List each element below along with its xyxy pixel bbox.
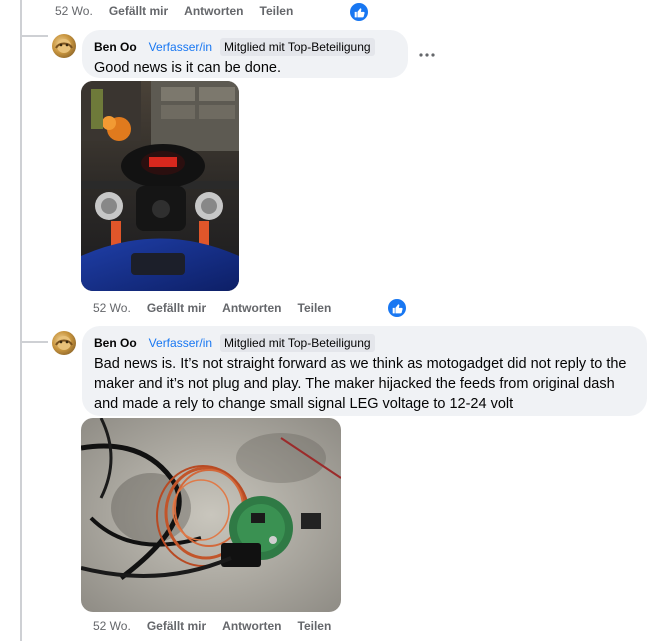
comment-timestamp[interactable]: 52 Wo. (93, 619, 131, 633)
avatar[interactable] (52, 34, 76, 58)
reply-button[interactable]: Antworten (222, 619, 281, 633)
comment-text: Bad news is. It’s not straight forward a… (94, 356, 627, 412)
share-button[interactable]: Teilen (260, 4, 294, 18)
thread-line-connector (20, 35, 48, 37)
author-role[interactable]: Verfasser/in (149, 335, 212, 351)
like-button[interactable]: Gefällt mir (147, 301, 206, 315)
more-options-button[interactable] (419, 42, 435, 63)
like-button[interactable]: Gefällt mir (147, 619, 206, 633)
comment-bubble: Ben Oo Verfasser/in Mitglied mit Top-Bet… (82, 30, 408, 78)
more-horizontal-icon (419, 53, 435, 57)
share-button[interactable]: Teilen (298, 301, 332, 315)
comment-text: Good news is it can be done. (94, 60, 282, 76)
comment-actions: 52 Wo. Gefällt mir Antworten Teilen (93, 301, 347, 315)
comment-header: Ben Oo Verfasser/in Mitglied mit Top-Bet… (94, 334, 635, 352)
comment-photo[interactable] (81, 418, 341, 612)
author-name[interactable]: Ben Oo (94, 335, 137, 351)
reply-button[interactable]: Antworten (184, 4, 243, 18)
comment-photo[interactable] (81, 81, 239, 291)
comment-bubble: Ben Oo Verfasser/in Mitglied mit Top-Bet… (82, 326, 647, 416)
thread-line-outer (20, 0, 22, 641)
comment-actions: 52 Wo. Gefällt mir Antworten Teilen (93, 619, 347, 633)
member-badge[interactable]: Mitglied mit Top-Beteiligung (220, 334, 375, 352)
wiring-harness-image (81, 418, 341, 612)
comment-actions: 52 Wo. Gefällt mir Antworten Teilen (55, 4, 309, 18)
thumbs-up-icon (354, 7, 365, 17)
reply-button[interactable]: Antworten (222, 301, 281, 315)
thread-line-connector (20, 341, 48, 343)
like-reaction-badge[interactable] (386, 297, 408, 319)
comment-timestamp[interactable]: 52 Wo. (93, 301, 131, 315)
member-badge[interactable]: Mitglied mit Top-Beteiligung (220, 38, 375, 56)
motorcycle-dashboard-image (81, 81, 239, 291)
comment-timestamp[interactable]: 52 Wo. (55, 4, 93, 18)
author-role[interactable]: Verfasser/in (149, 39, 212, 55)
thumbs-up-icon (392, 303, 403, 313)
avatar[interactable] (52, 331, 76, 355)
like-reaction-badge[interactable] (348, 1, 370, 23)
share-button[interactable]: Teilen (298, 619, 332, 633)
comment-header: Ben Oo Verfasser/in Mitglied mit Top-Bet… (94, 38, 396, 56)
like-button[interactable]: Gefällt mir (109, 4, 168, 18)
author-name[interactable]: Ben Oo (94, 39, 137, 55)
